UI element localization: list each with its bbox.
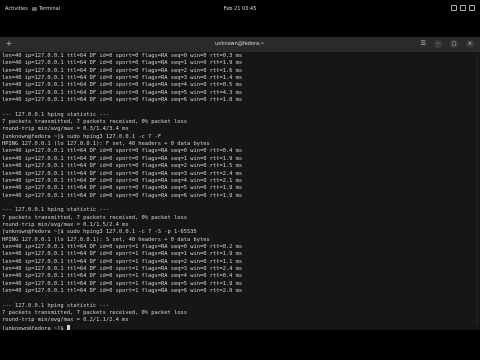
minimize-icon[interactable]: – (434, 40, 442, 48)
terminal-line: [unknown@fedora ~]$ sudo hping3 127.0.0.… (2, 229, 197, 236)
terminal-line: --- 127.0.0.1 hping statistic --- (2, 111, 110, 118)
terminal-line: len=40 ip=127.0.0.1 ttl=64 DF id=0 sport… (2, 243, 243, 250)
terminal-line: HPING 127.0.0.1 (lo 127.0.0.1): F set, 4… (2, 141, 210, 148)
terminal-line: len=40 ip=127.0.0.1 ttl=64 DF id=0 sport… (2, 170, 243, 177)
terminal-line: [unknown@fedora ~]$ sudo hping3 127.0.0.… (2, 133, 162, 140)
window-titlebar[interactable]: + unknown@fedora:~ ☰ – □ × (0, 37, 480, 52)
terminal-line: 7 packets transmitted, 7 packets receive… (2, 214, 187, 221)
terminal-line: --- 127.0.0.1 hping statistic --- (2, 207, 110, 214)
gnome-top-bar: Activities Terminal Feb 21 03:45 (0, 0, 480, 19)
text-cursor (66, 324, 70, 330)
terminal-scrollbar[interactable] (476, 55, 478, 325)
menu-icon[interactable]: ☰ (421, 40, 426, 47)
terminal-line: len=40 ip=127.0.0.1 ttl=64 DF id=0 sport… (2, 258, 243, 265)
terminal-line: round-trip min/avg/max = 0.1/1.5/2.4 ms (2, 221, 129, 228)
close-icon[interactable]: × (466, 40, 474, 48)
terminal-line: len=40 ip=127.0.0.1 ttl=64 DF id=0 sport… (2, 75, 243, 82)
terminal-line: len=40 ip=127.0.0.1 ttl=64 DF id=0 sport… (2, 177, 243, 184)
terminal-line: len=40 ip=127.0.0.1 ttl=64 DF id=0 sport… (2, 53, 243, 59)
terminal-line: len=40 ip=127.0.0.1 ttl=64 DF id=0 sport… (2, 251, 243, 258)
terminal-line: round-trip min/avg/max = 0.3/1.4/3.4 ms (2, 126, 129, 133)
shell-prompt: [unknown@fedora ~]$ (2, 325, 67, 330)
terminal-line: 7 packets transmitted, 7 packets receive… (2, 310, 187, 317)
terminal-prompt-line[interactable]: [unknown@fedora ~]$ (2, 324, 476, 330)
terminal-line: 7 packets transmitted, 7 packets receive… (2, 119, 187, 126)
terminal-line: len=40 ip=127.0.0.1 ttl=64 DF id=0 sport… (2, 163, 243, 170)
terminal-line: --- 127.0.0.1 hping statistic --- (2, 302, 110, 309)
clock[interactable]: Feb 21 03:45 (0, 6, 480, 12)
power-icon (469, 5, 475, 11)
terminal-line: len=40 ip=127.0.0.1 ttl=64 DF id=0 sport… (2, 185, 243, 192)
terminal-line: len=40 ip=127.0.0.1 ttl=64 DF id=0 sport… (2, 288, 243, 294)
terminal-line: round-trip min/avg/max = 0.2/1.1/2.4 ms (2, 317, 129, 324)
terminal-line: len=40 ip=127.0.0.1 ttl=64 DF id=0 sport… (2, 273, 243, 280)
network-icon (451, 5, 457, 11)
terminal-output[interactable]: len=40 ip=127.0.0.1 ttl=64 DF id=0 sport… (2, 53, 476, 330)
terminal-line: len=40 ip=127.0.0.1 ttl=64 DF id=0 sport… (2, 148, 243, 155)
window-title: unknown@fedora:~ (215, 41, 265, 47)
terminal-line: len=40 ip=127.0.0.1 ttl=64 DF id=0 sport… (2, 82, 243, 89)
terminal-line: len=40 ip=127.0.0.1 ttl=64 DF id=0 sport… (2, 89, 243, 96)
terminal-line: len=40 ip=127.0.0.1 ttl=64 DF id=0 sport… (2, 192, 243, 199)
volume-icon (460, 5, 466, 11)
terminal-line: len=40 ip=127.0.0.1 ttl=64 DF id=0 sport… (2, 60, 243, 67)
system-tray[interactable] (451, 5, 475, 11)
terminal-line: len=40 ip=127.0.0.1 ttl=64 DF id=0 sport… (2, 280, 243, 287)
terminal-line: len=40 ip=127.0.0.1 ttl=64 DF id=0 sport… (2, 265, 243, 272)
maximize-icon[interactable]: □ (450, 40, 458, 48)
terminal-line: len=40 ip=127.0.0.1 ttl=64 DF id=0 sport… (2, 155, 243, 162)
terminal-line: HPING 127.0.0.1 (lo 127.0.0.1): S set, 4… (2, 236, 210, 243)
terminal-window: + unknown@fedora:~ ☰ – □ × len=40 ip=127… (0, 37, 480, 330)
terminal-line: len=40 ip=127.0.0.1 ttl=64 DF id=0 sport… (2, 97, 243, 104)
terminal-line: len=40 ip=127.0.0.1 ttl=64 DF id=0 sport… (2, 67, 243, 74)
